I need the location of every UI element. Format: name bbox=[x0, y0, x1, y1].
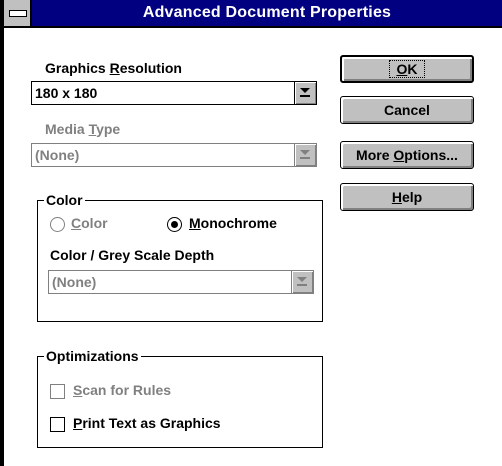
color-radio[interactable] bbox=[50, 217, 65, 232]
monochrome-radio[interactable] bbox=[167, 217, 182, 232]
scan-for-rules-label[interactable]: Scan for Rules bbox=[73, 382, 171, 398]
system-menu-icon[interactable] bbox=[4, 0, 32, 26]
color-depth-value: (None) bbox=[52, 274, 97, 290]
graphics-resolution-label: Graphics Resolution bbox=[45, 60, 182, 76]
dropdown-arrow-icon[interactable] bbox=[294, 82, 316, 104]
color-depth-dropdown[interactable]: (None) bbox=[48, 270, 314, 294]
graphics-resolution-dropdown[interactable]: 180 x 180 bbox=[31, 81, 317, 105]
help-button[interactable]: Help bbox=[340, 183, 474, 211]
dropdown-arrow-icon[interactable] bbox=[294, 144, 316, 166]
graphics-resolution-value: 180 x 180 bbox=[35, 85, 98, 101]
scan-for-rules-checkbox[interactable] bbox=[50, 384, 65, 399]
media-type-value: (None) bbox=[35, 147, 80, 163]
color-group-title: Color bbox=[44, 191, 85, 209]
monochrome-radio-label[interactable]: Monochrome bbox=[189, 215, 277, 231]
ok-button[interactable]: OK bbox=[340, 55, 474, 83]
advanced-document-properties-dialog: Advanced Document Properties Graphics Re… bbox=[0, 0, 502, 466]
cancel-button[interactable]: Cancel bbox=[340, 96, 474, 124]
print-text-as-graphics-label[interactable]: Print Text as Graphics bbox=[73, 415, 221, 431]
print-text-as-graphics-checkbox[interactable] bbox=[50, 417, 65, 432]
optimizations-group: Optimizations bbox=[37, 347, 323, 448]
media-type-dropdown[interactable]: (None) bbox=[31, 143, 317, 167]
window-title: Advanced Document Properties bbox=[142, 4, 392, 21]
color-depth-label: Color / Grey Scale Depth bbox=[50, 247, 215, 263]
more-options-button[interactable]: More Options... bbox=[340, 141, 474, 169]
optimizations-group-title: Optimizations bbox=[44, 347, 141, 365]
title-bar[interactable]: Advanced Document Properties bbox=[4, 0, 502, 28]
media-type-label: Media Type bbox=[45, 121, 121, 137]
color-radio-label[interactable]: Color bbox=[71, 215, 108, 231]
dropdown-arrow-icon[interactable] bbox=[291, 271, 313, 293]
